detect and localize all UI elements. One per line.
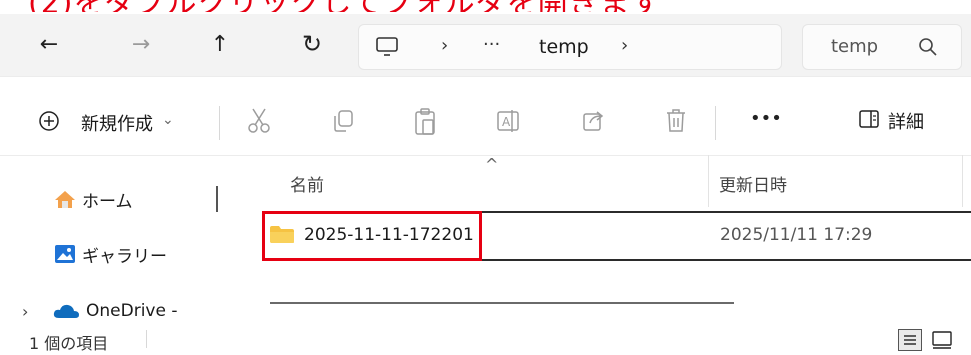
scrollbar-thumb[interactable] xyxy=(216,186,218,212)
monitor-icon xyxy=(375,36,399,62)
divider xyxy=(219,106,220,140)
arrow-right-icon: → xyxy=(131,31,151,57)
list-view-icon xyxy=(904,335,916,345)
breadcrumb-ellipsis[interactable]: ··· xyxy=(483,34,500,55)
chevron-down-icon: ⌄ xyxy=(162,112,174,128)
search-box[interactable]: temp xyxy=(802,24,962,70)
details-button[interactable]: 詳細 xyxy=(858,108,924,134)
column-header-name[interactable]: 名前 xyxy=(290,171,324,196)
delete-button[interactable] xyxy=(664,108,688,138)
refresh-button[interactable]: ↻ xyxy=(292,24,332,64)
search-icon xyxy=(917,36,939,62)
sidebar-item-home[interactable]: ホーム xyxy=(54,182,133,216)
command-bar: 新規作成 ⌄ A ••• 詳細 xyxy=(0,96,971,148)
trash-icon xyxy=(667,109,685,132)
sidebar-item-label: ギャラリー xyxy=(82,246,167,267)
cut-button[interactable] xyxy=(246,106,272,140)
sidebar-item-label: OneDrive - xyxy=(86,301,178,321)
gallery-icon xyxy=(55,245,75,263)
sort-ascending-icon: ^ xyxy=(485,155,499,174)
column-divider[interactable] xyxy=(708,155,709,207)
item-count: 1 個の項目 xyxy=(29,334,109,353)
file-modified: 2025/11/11 17:29 xyxy=(720,225,873,245)
new-button-label: 新規作成 xyxy=(81,114,153,135)
annotation-text: (2)をダブルクリックしてフォルダを開きます xyxy=(28,0,971,12)
back-button[interactable]: ← xyxy=(29,24,69,64)
annotation-area: (2)をダブルクリックしてフォルダを開きます xyxy=(0,0,971,14)
plus-circle-icon xyxy=(38,110,60,136)
svg-text:A: A xyxy=(502,115,511,129)
arrow-up-icon: ↑ xyxy=(210,31,230,57)
address-toolbar: ← → ↑ ↻ › ··· temp › temp xyxy=(0,14,971,76)
column-header-row: ^ 名前 更新日時 xyxy=(262,155,971,207)
paste-button[interactable] xyxy=(413,108,437,140)
rename-icon: A xyxy=(497,110,519,132)
breadcrumb-current[interactable]: temp xyxy=(539,36,589,58)
rename-button[interactable]: A xyxy=(495,108,521,138)
breadcrumb[interactable]: › ··· temp › xyxy=(358,24,782,70)
tiles-view-button[interactable] xyxy=(930,329,960,351)
scissors-icon xyxy=(248,108,270,133)
sidebar-item-label: ホーム xyxy=(82,191,133,212)
clipboard-icon xyxy=(415,108,435,135)
sidebar-item-gallery[interactable]: ギャラリー xyxy=(54,237,167,271)
search-input[interactable]: temp xyxy=(831,36,878,57)
share-button[interactable] xyxy=(581,108,605,138)
copy-icon xyxy=(334,110,353,132)
up-button[interactable]: ↑ xyxy=(200,24,240,64)
refresh-icon: ↻ xyxy=(301,30,323,58)
onedrive-cloud-icon xyxy=(53,304,79,318)
divider xyxy=(146,330,147,348)
forward-button[interactable]: → xyxy=(121,24,161,64)
highlight-box xyxy=(262,211,482,261)
chevron-right-icon[interactable]: › xyxy=(22,302,46,321)
details-pane-icon xyxy=(859,110,879,128)
navigation-pane: ホーム ギャラリー › OneDrive - xyxy=(0,160,240,323)
column-divider[interactable] xyxy=(962,155,963,207)
divider xyxy=(715,106,716,140)
tiles-view-icon xyxy=(932,331,952,349)
arrow-left-icon: ← xyxy=(39,31,59,57)
share-icon xyxy=(583,111,604,131)
column-header-modified[interactable]: 更新日時 xyxy=(719,171,787,196)
chevron-right-icon[interactable]: › xyxy=(621,35,628,56)
home-icon xyxy=(55,191,75,208)
chevron-right-icon[interactable]: › xyxy=(441,35,448,56)
copy-button[interactable] xyxy=(331,108,355,138)
status-bar: 1 個の項目 xyxy=(0,323,971,353)
more-options-button[interactable]: ••• xyxy=(750,108,782,129)
horizontal-scrollbar-thumb[interactable] xyxy=(270,302,734,304)
divider xyxy=(0,76,971,77)
details-view-button[interactable] xyxy=(898,329,922,351)
details-label: 詳細 xyxy=(888,112,924,133)
